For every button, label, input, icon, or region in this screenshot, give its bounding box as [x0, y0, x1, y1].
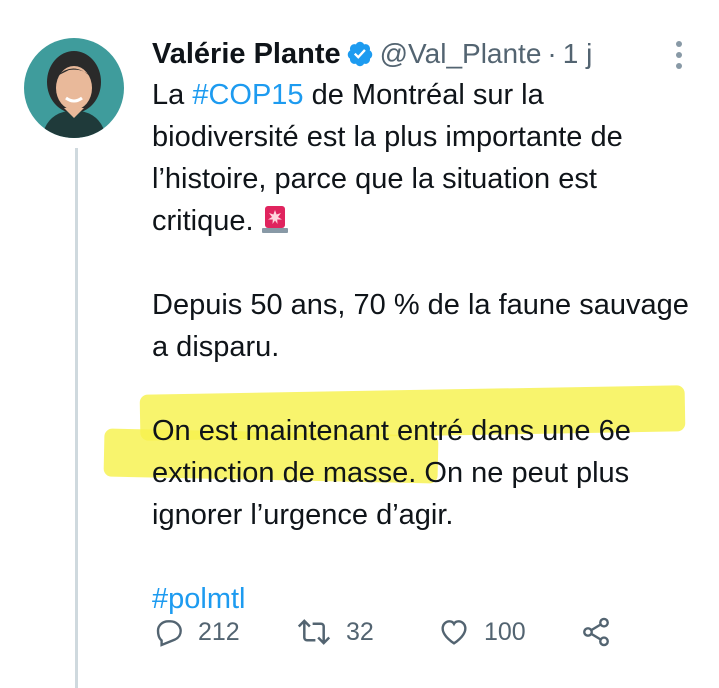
share-icon — [583, 617, 609, 647]
like-count: 100 — [484, 617, 526, 646]
like-button[interactable]: 100 — [438, 612, 526, 652]
timestamp[interactable]: 1 j — [563, 38, 593, 70]
author-handle[interactable]: @Val_Plante — [380, 38, 542, 70]
reply-icon — [156, 620, 182, 647]
thread-line — [75, 148, 78, 688]
hashtag-cop15-link[interactable]: #COP15 — [192, 79, 303, 111]
more-options-icon[interactable] — [664, 38, 694, 72]
verified-badge-icon — [347, 41, 372, 67]
retweet-icon — [297, 619, 331, 645]
reply-button[interactable]: 212 — [152, 612, 240, 652]
paragraph-3: On est maintenant entré dans une 6e exti… — [152, 410, 692, 536]
tweet-card[interactable]: Valérie Plante @Val_Plante · 1 j La #COP… — [0, 0, 719, 688]
author-name[interactable]: Valérie Plante — [152, 38, 341, 71]
paragraph-1: La #COP15 de Montréal sur la biodiversit… — [152, 74, 692, 242]
retweet-button[interactable]: 32 — [296, 612, 374, 652]
separator-dot: · — [547, 38, 557, 69]
reply-count: 212 — [198, 617, 240, 646]
share-button[interactable] — [580, 612, 626, 652]
paragraph-2: Depuis 50 ans, 70 % de la faune sauvage … — [152, 289, 689, 363]
like-icon — [441, 620, 467, 645]
avatar[interactable] — [24, 38, 124, 138]
siren-emoji-icon — [261, 206, 288, 233]
hashtag-polmtl-link[interactable]: #polmtl — [152, 583, 246, 615]
tweet-header: Valérie Plante @Val_Plante · 1 j — [152, 34, 592, 74]
text-prefix: La — [152, 79, 193, 111]
retweet-count: 32 — [346, 617, 374, 646]
action-bar: 212 32 100 — [152, 612, 622, 652]
tweet-text: La #COP15 de Montréal sur la biodiversit… — [152, 74, 692, 620]
